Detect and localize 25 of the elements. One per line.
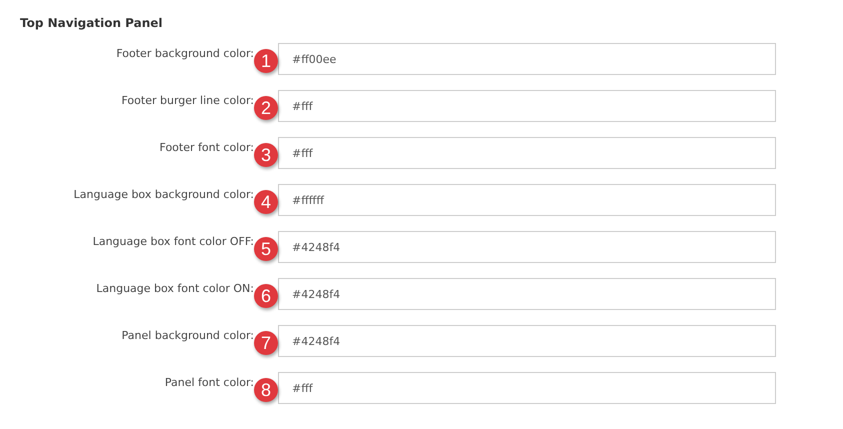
field-label: Footer font color: bbox=[158, 140, 254, 154]
color-input-field[interactable]: #fff bbox=[278, 90, 776, 122]
section-title: Top Navigation Panel bbox=[20, 16, 164, 30]
field-label: Footer background color: bbox=[115, 46, 254, 60]
field-label: Language box font color ON: bbox=[95, 281, 254, 295]
number-badge: 4 bbox=[254, 190, 278, 214]
field-label: Language box font color OFF: bbox=[92, 234, 254, 248]
color-input-field[interactable]: #fff bbox=[278, 372, 776, 404]
number-badge: 2 bbox=[254, 96, 278, 120]
number-badge: 8 bbox=[254, 378, 278, 402]
color-input-field[interactable]: #4248f4 bbox=[278, 325, 776, 357]
field-label: Footer burger line color: bbox=[120, 93, 254, 107]
number-badge: 1 bbox=[254, 49, 278, 73]
field-label: Language box background color: bbox=[72, 187, 254, 201]
color-input-field[interactable]: #4248f4 bbox=[278, 231, 776, 263]
number-badge: 5 bbox=[254, 237, 278, 261]
field-label: Panel background color: bbox=[120, 328, 254, 342]
color-input-field[interactable]: #fff bbox=[278, 137, 776, 169]
number-badge: 7 bbox=[254, 331, 278, 355]
color-input-field[interactable]: #4248f4 bbox=[278, 278, 776, 310]
color-input-field[interactable]: #ffffff bbox=[278, 184, 776, 216]
field-label: Panel font color: bbox=[164, 375, 254, 389]
number-badge: 3 bbox=[254, 143, 278, 167]
color-input-field[interactable]: #ff00ee bbox=[278, 43, 776, 75]
number-badge: 6 bbox=[254, 284, 278, 308]
